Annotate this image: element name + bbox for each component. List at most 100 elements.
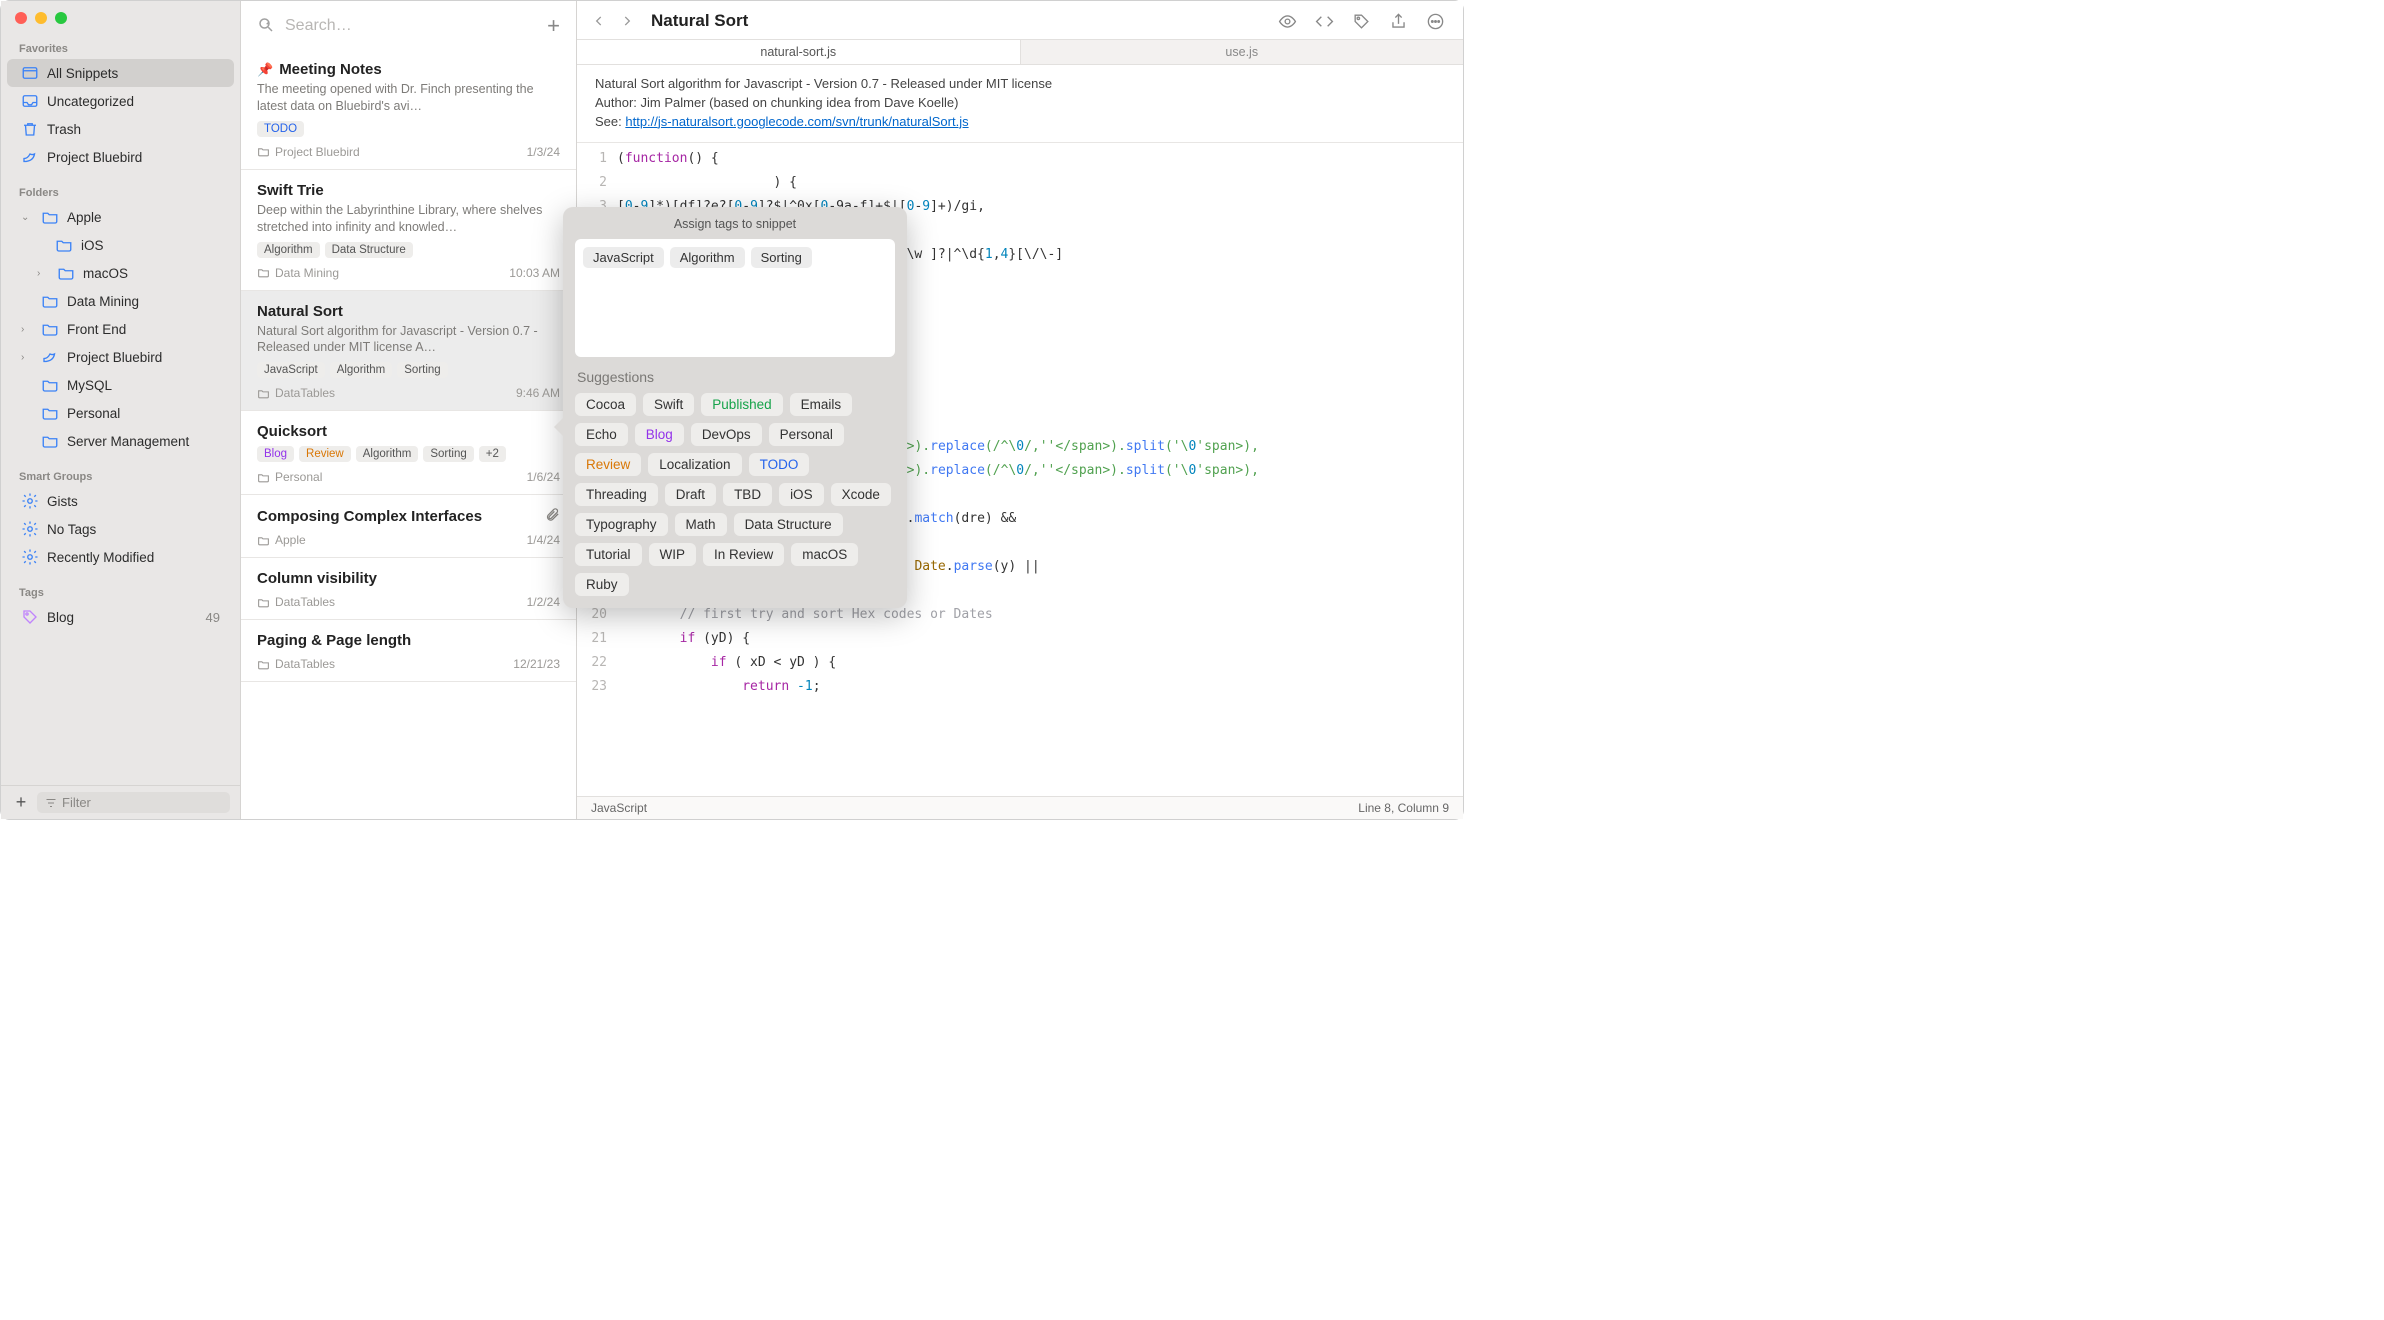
suggestion-tag[interactable]: Review <box>575 453 641 476</box>
suggestion-tag[interactable]: Draft <box>665 483 716 506</box>
suggestion-tag[interactable]: In Review <box>703 543 784 566</box>
desc-line-3: See: http://js-naturalsort.googlecode.co… <box>595 113 1445 132</box>
sidebar-item-uncategorized[interactable]: Uncategorized <box>7 87 234 115</box>
sidebar-folder-project-bluebird[interactable]: › Project Bluebird <box>7 343 234 371</box>
label: Apple <box>67 210 220 225</box>
snippet-card[interactable]: Quicksort BlogReviewAlgorithmSorting+2 P… <box>241 411 576 495</box>
suggestion-tag[interactable]: Math <box>675 513 727 536</box>
label: macOS <box>83 266 220 281</box>
chevron-right-icon[interactable]: › <box>21 352 33 363</box>
snippet-card[interactable]: 📌 Meeting Notes The meeting opened with … <box>241 49 576 170</box>
sidebar-item-project-bluebird-fav[interactable]: Project Bluebird <box>7 143 234 171</box>
suggestion-tag[interactable]: Emails <box>790 393 853 416</box>
sidebar-item-all-snippets[interactable]: All Snippets <box>7 59 234 87</box>
tag-chip[interactable]: Algorithm <box>330 362 393 378</box>
folder-icon <box>41 320 59 338</box>
snippet-card[interactable]: Column visibility DataTables 1/2/24 <box>241 558 576 620</box>
nav-back-button[interactable] <box>587 9 611 33</box>
snippet-card[interactable]: Paging & Page length DataTables 12/21/23 <box>241 620 576 682</box>
suggestion-tag[interactable]: Personal <box>769 423 844 446</box>
suggestion-tag[interactable]: iOS <box>779 483 824 506</box>
tag-chip[interactable]: Algorithm <box>257 242 320 258</box>
sidebar-tag-blog[interactable]: Blog 49 <box>7 603 234 631</box>
section-tags: Tags <box>1 581 240 603</box>
snippet-card[interactable]: Natural Sort Natural Sort algorithm for … <box>241 291 576 412</box>
chevron-down-icon[interactable]: ⌄ <box>21 212 33 223</box>
suggestion-tag[interactable]: Published <box>701 393 782 416</box>
tag-chip[interactable]: +2 <box>479 446 506 462</box>
nav-forward-button[interactable] <box>615 9 639 33</box>
more-icon[interactable] <box>1426 12 1445 31</box>
filter-placeholder: Filter <box>62 795 91 810</box>
tag-icon[interactable] <box>1352 12 1371 31</box>
filter-icon <box>45 797 57 809</box>
suggestion-tag[interactable]: macOS <box>791 543 858 566</box>
snippet-title: Meeting Notes <box>279 61 382 78</box>
tag-chip[interactable]: TODO <box>257 121 304 137</box>
suggestion-tag[interactable]: WIP <box>649 543 697 566</box>
sidebar-folder-mysql[interactable]: MySQL <box>7 371 234 399</box>
sidebar-folder-ios[interactable]: iOS <box>7 231 234 259</box>
status-language[interactable]: JavaScript <box>591 801 647 815</box>
preview-icon[interactable] <box>1278 12 1297 31</box>
sidebar-folder-data-mining[interactable]: Data Mining <box>7 287 234 315</box>
assign-tags-popover: Assign tags to snippet JavaScriptAlgorit… <box>563 207 907 608</box>
desc-link[interactable]: http://js-naturalsort.googlecode.com/svn… <box>625 114 968 129</box>
label: Personal <box>67 406 220 421</box>
tag-chip[interactable]: Sorting <box>423 446 473 462</box>
suggestion-tag[interactable]: Swift <box>643 393 694 416</box>
suggestion-tag[interactable]: Threading <box>575 483 658 506</box>
tag-chip[interactable]: Sorting <box>397 362 447 378</box>
snippet-card[interactable]: Composing Complex Interfaces Apple 1/4/2… <box>241 495 576 558</box>
suggestion-tag[interactable]: Cocoa <box>575 393 636 416</box>
tag-chip[interactable]: Data Structure <box>325 242 413 258</box>
sidebar-smart-notags[interactable]: No Tags <box>7 515 234 543</box>
sidebar-smart-recent[interactable]: Recently Modified <box>7 543 234 571</box>
sidebar-folder-macos[interactable]: › macOS <box>7 259 234 287</box>
suggestion-tag[interactable]: TODO <box>749 453 810 476</box>
chevron-right-icon[interactable]: › <box>21 324 33 335</box>
sidebar-smart-gists[interactable]: Gists <box>7 487 234 515</box>
snippet-card[interactable]: Swift Trie Deep within the Labyrinthine … <box>241 170 576 291</box>
search-icon[interactable] <box>257 16 275 37</box>
selected-tag[interactable]: JavaScript <box>583 247 664 268</box>
tag-chip[interactable]: Algorithm <box>356 446 419 462</box>
file-tab-0[interactable]: natural-sort.js <box>577 40 1021 64</box>
folder-icon <box>41 292 59 310</box>
suggestion-tag[interactable]: Localization <box>648 453 741 476</box>
suggestion-tag[interactable]: Tutorial <box>575 543 642 566</box>
filter-input[interactable]: Filter <box>37 792 230 813</box>
tag-chip[interactable]: Review <box>299 446 351 462</box>
selected-tag[interactable]: Sorting <box>751 247 812 268</box>
add-button[interactable]: + <box>11 792 31 813</box>
suggestion-tag[interactable]: Xcode <box>831 483 891 506</box>
zoom-window[interactable] <box>55 12 67 24</box>
popover-tag-input[interactable]: JavaScript Algorithm Sorting <box>575 239 895 357</box>
sidebar-item-trash[interactable]: Trash <box>7 115 234 143</box>
close-window[interactable] <box>15 12 27 24</box>
folder-icon <box>41 208 59 226</box>
label: iOS <box>81 238 220 253</box>
sidebar-folder-apple[interactable]: ⌄ Apple <box>7 203 234 231</box>
snippet-preview: Deep within the Labyrinthine Library, wh… <box>257 202 560 236</box>
suggestion-tag[interactable]: DevOps <box>691 423 762 446</box>
suggestion-tag[interactable]: Typography <box>575 513 668 536</box>
suggestion-tag[interactable]: Ruby <box>575 573 629 596</box>
tag-chip[interactable]: Blog <box>257 446 294 462</box>
search-input[interactable] <box>285 17 537 35</box>
share-icon[interactable] <box>1389 12 1408 31</box>
suggestion-tag[interactable]: Echo <box>575 423 628 446</box>
suggestion-tag[interactable]: TBD <box>723 483 772 506</box>
code-icon[interactable] <box>1315 12 1334 31</box>
suggestion-tag[interactable]: Data Structure <box>734 513 843 536</box>
minimize-window[interactable] <box>35 12 47 24</box>
suggestion-tag[interactable]: Blog <box>635 423 684 446</box>
file-tab-1[interactable]: use.js <box>1021 40 1464 64</box>
sidebar-folder-server-mgmt[interactable]: Server Management <box>7 427 234 455</box>
add-snippet-button[interactable]: + <box>547 13 560 39</box>
selected-tag[interactable]: Algorithm <box>670 247 745 268</box>
chevron-right-icon[interactable]: › <box>37 268 49 279</box>
tag-chip[interactable]: JavaScript <box>257 362 325 378</box>
sidebar-folder-personal[interactable]: Personal <box>7 399 234 427</box>
sidebar-folder-front-end[interactable]: › Front End <box>7 315 234 343</box>
